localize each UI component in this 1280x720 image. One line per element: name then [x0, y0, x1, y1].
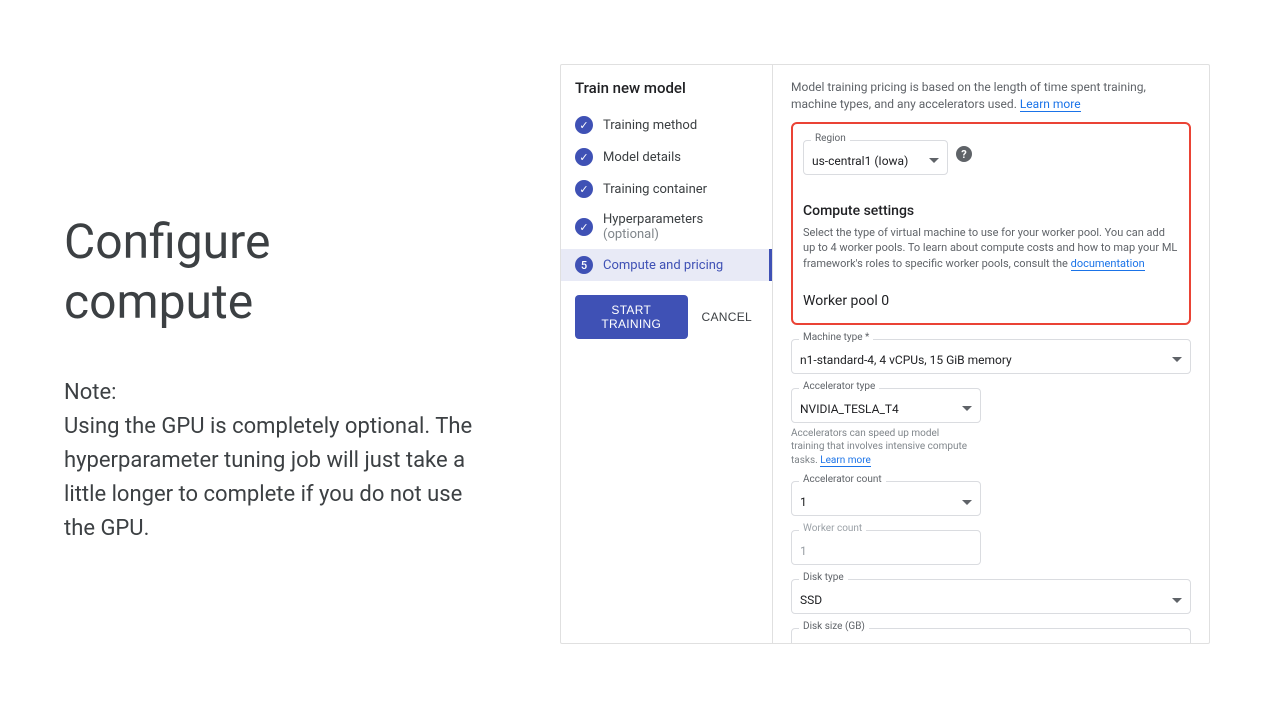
documentation-link[interactable]: documentation — [1071, 257, 1145, 271]
disk-type-value: SSD — [800, 593, 822, 607]
machine-type-label: Machine type * — [799, 332, 873, 343]
accel-learn-more-link[interactable]: Learn more — [820, 455, 871, 467]
check-icon: ✓ — [575, 218, 593, 236]
worker-count-input[interactable]: 1 — [791, 530, 981, 565]
disk-size-label: Disk size (GB) — [799, 621, 869, 632]
disk-type-label: Disk type — [799, 572, 848, 583]
slide-note-label: Note: — [64, 376, 494, 410]
accelerator-count-select[interactable]: 1 — [791, 481, 981, 516]
machine-type-select[interactable]: n1-standard-4, 4 vCPUs, 15 GiB memory — [791, 339, 1191, 374]
slide-text: Configure compute Note: Using the GPU is… — [64, 212, 494, 546]
console-card: Train new model ✓ Training method ✓ Mode… — [560, 64, 1210, 644]
step-number-icon: 5 — [575, 256, 593, 274]
step-label: Model details — [603, 150, 681, 165]
cancel-button[interactable]: CANCEL — [696, 295, 758, 339]
accelerator-count-field: Accelerator count 1 — [791, 481, 1191, 516]
disk-type-select[interactable]: SSD — [791, 579, 1191, 614]
step-label: Hyperparameters (optional) — [603, 212, 758, 242]
step-training-container[interactable]: ✓ Training container — [561, 173, 772, 205]
slide-title-line2: compute — [64, 273, 253, 330]
accelerator-type-value: NVIDIA_TESLA_T4 — [800, 402, 899, 416]
check-icon: ✓ — [575, 180, 593, 198]
highlight-box: Region us-central1 (Iowa) ? Compute sett… — [791, 122, 1191, 325]
step-compute-pricing[interactable]: 5 Compute and pricing — [561, 249, 772, 281]
check-icon: ✓ — [575, 116, 593, 134]
check-icon: ✓ — [575, 148, 593, 166]
sidebar-actions: START TRAINING CANCEL — [561, 281, 772, 353]
step-model-details[interactable]: ✓ Model details — [561, 141, 772, 173]
region-row: Region us-central1 (Iowa) ? — [803, 134, 1179, 175]
step-hyperparameters[interactable]: ✓ Hyperparameters (optional) — [561, 205, 772, 249]
help-icon[interactable]: ? — [956, 146, 972, 162]
worker-count-field: Worker count 1 — [791, 530, 1191, 565]
step-training-method[interactable]: ✓ Training method — [561, 109, 772, 141]
learn-more-link[interactable]: Learn more — [1020, 97, 1081, 112]
sidebar: Train new model ✓ Training method ✓ Mode… — [561, 65, 773, 643]
region-select[interactable]: us-central1 (Iowa) — [803, 140, 948, 175]
sidebar-heading: Train new model — [561, 79, 772, 109]
accelerator-helper: Accelerators can speed up model training… — [791, 427, 971, 468]
compute-settings-title: Compute settings — [803, 203, 1179, 219]
compute-settings-desc: Select the type of virtual machine to us… — [803, 225, 1179, 271]
region-value: us-central1 (Iowa) — [812, 154, 908, 168]
step-label: Compute and pricing — [603, 258, 723, 273]
machine-type-field: Machine type * n1-standard-4, 4 vCPUs, 1… — [791, 339, 1191, 374]
start-training-button[interactable]: START TRAINING — [575, 295, 688, 339]
slide-title-line1: Configure — [64, 213, 270, 270]
slide-title: Configure compute — [64, 212, 494, 332]
accelerator-type-select[interactable]: NVIDIA_TESLA_T4 — [791, 388, 981, 423]
machine-type-value: n1-standard-4, 4 vCPUs, 15 GiB memory — [800, 353, 1012, 367]
accelerator-count-label: Accelerator count — [799, 474, 886, 485]
region-label: Region — [811, 133, 850, 144]
step-label: Training container — [603, 182, 707, 197]
worker-count-value: 1 — [800, 544, 807, 558]
chevron-down-icon — [962, 406, 972, 411]
worker-count-label: Worker count — [799, 523, 866, 534]
worker-pool-title: Worker pool 0 — [803, 293, 1179, 309]
accelerator-count-value: 1 — [800, 495, 807, 509]
step-label: Training method — [603, 118, 697, 133]
chevron-down-icon — [929, 158, 939, 163]
pricing-intro: Model training pricing is based on the l… — [791, 79, 1191, 114]
accelerator-type-field: Accelerator type NVIDIA_TESLA_T4 Acceler… — [791, 388, 1191, 468]
slide-note: Note: Using the GPU is completely option… — [64, 376, 494, 546]
disk-size-value: 100 — [800, 642, 820, 643]
disk-type-field: Disk type SSD — [791, 579, 1191, 614]
region-field: Region us-central1 (Iowa) — [803, 140, 948, 175]
slide-note-body: Using the GPU is completely optional. Th… — [64, 410, 494, 546]
main-panel: Model training pricing is based on the l… — [773, 65, 1209, 643]
accelerator-type-label: Accelerator type — [799, 381, 879, 392]
chevron-down-icon — [1172, 357, 1182, 362]
disk-size-field: Disk size (GB) 100 — [791, 628, 1191, 643]
chevron-down-icon — [1172, 598, 1182, 603]
chevron-down-icon — [962, 500, 972, 505]
